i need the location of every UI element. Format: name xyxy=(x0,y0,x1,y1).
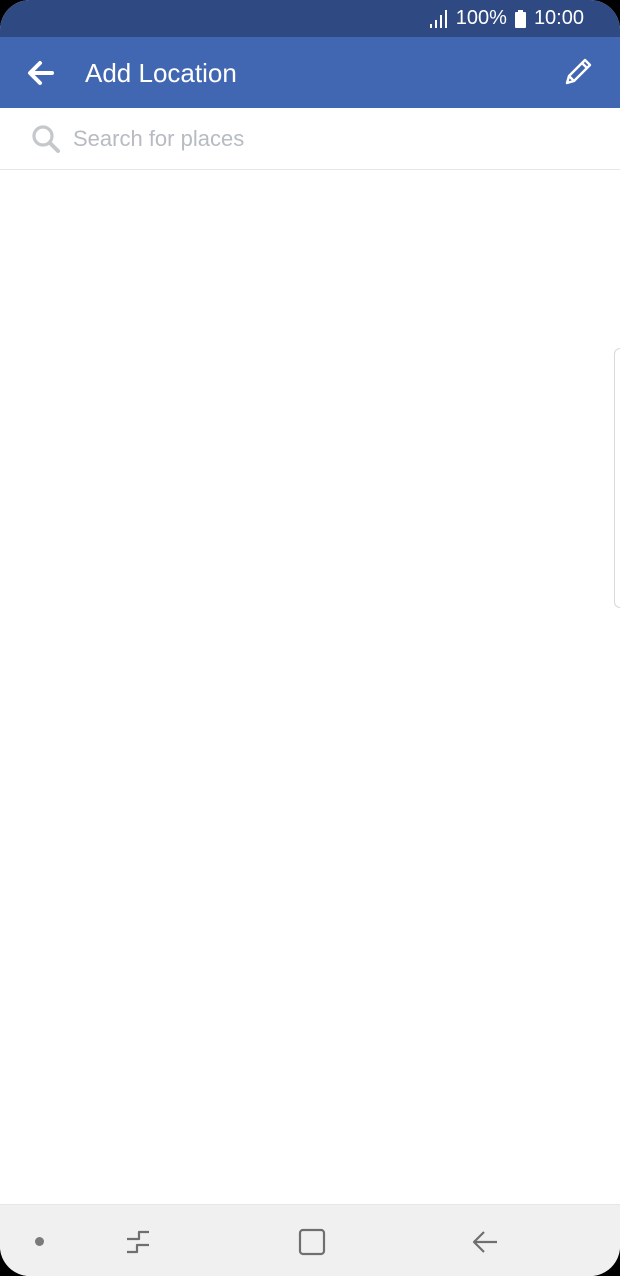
edge-panel-handle[interactable] xyxy=(614,348,620,608)
status-time: 10:00 xyxy=(533,7,584,29)
pencil-icon[interactable] xyxy=(561,55,595,89)
status-bar: 100% 10:00 xyxy=(0,0,620,37)
home-icon[interactable] xyxy=(297,1227,327,1257)
page-title: Add Location xyxy=(85,58,237,88)
arrow-left-icon[interactable] xyxy=(26,59,56,87)
dot-icon[interactable] xyxy=(35,1237,44,1246)
results-list xyxy=(0,170,620,1204)
signal-icon xyxy=(429,9,447,28)
search-bar xyxy=(0,108,620,170)
app-bar: Add Location xyxy=(0,37,620,108)
navigation-bar xyxy=(0,1204,620,1276)
search-icon xyxy=(32,125,60,153)
back-icon[interactable] xyxy=(470,1227,500,1257)
phone-screen: 100% 10:00 Add Location xyxy=(0,0,620,1276)
recents-icon[interactable] xyxy=(123,1227,153,1257)
search-input[interactable] xyxy=(73,122,593,156)
battery-percent: 100% xyxy=(455,7,507,29)
battery-icon xyxy=(514,9,526,28)
